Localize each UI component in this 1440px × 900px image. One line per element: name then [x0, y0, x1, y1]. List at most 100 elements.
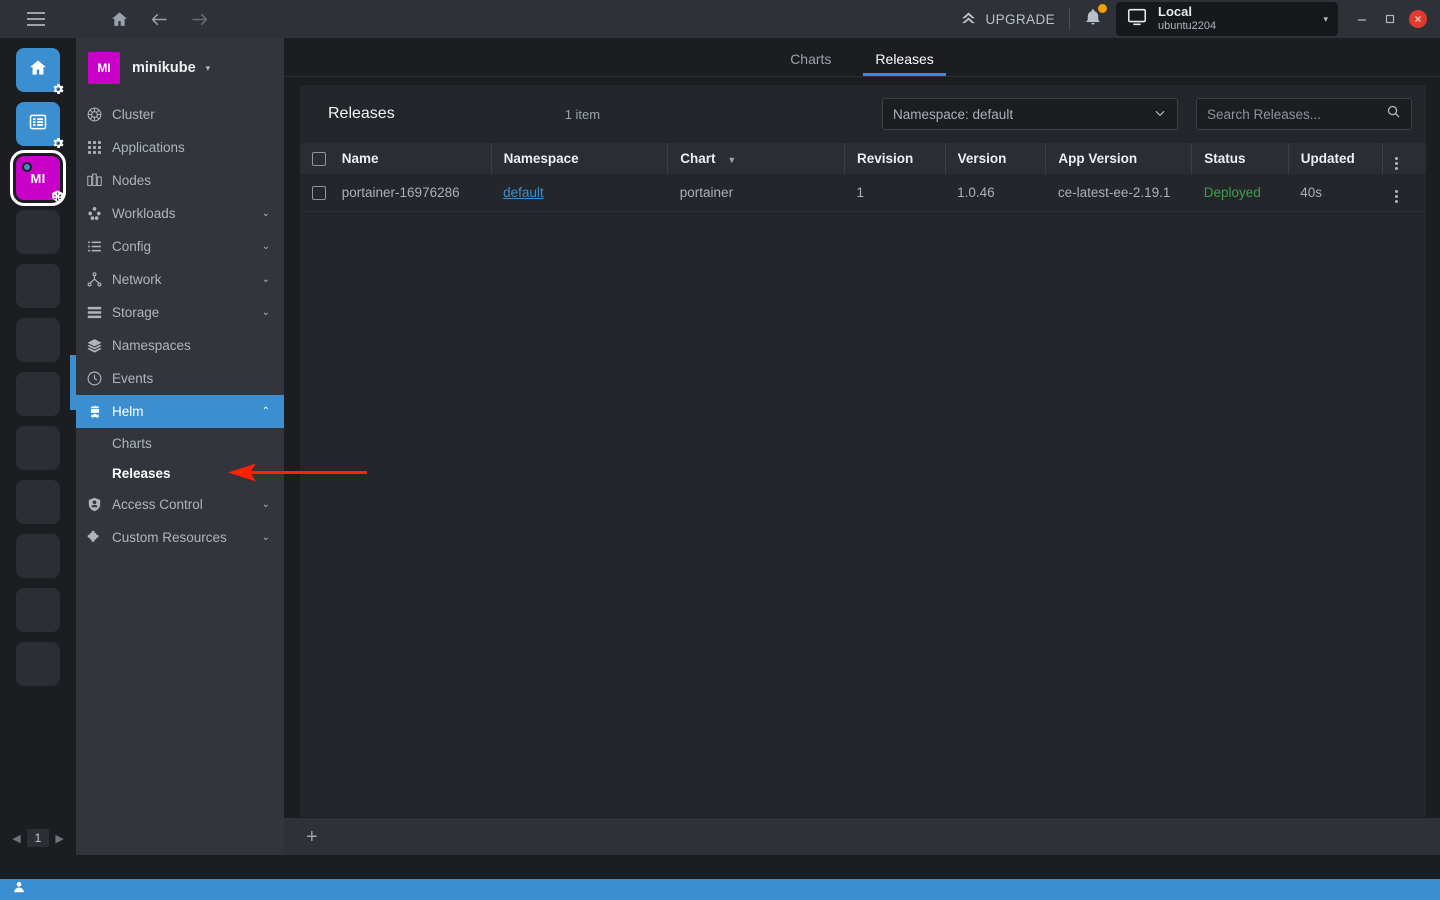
config-list-icon — [86, 238, 112, 255]
environment-rail: MI ◀ 1 ▶ — [0, 38, 76, 855]
rail-item-placeholder[interactable] — [16, 480, 60, 524]
network-icon — [86, 271, 112, 288]
tab-releases[interactable]: Releases — [863, 51, 947, 76]
cluster-avatar: MI — [88, 52, 120, 84]
grid-icon — [86, 139, 112, 156]
column-header-updated[interactable]: Updated — [1287, 143, 1383, 174]
sidebar-item-namespaces[interactable]: Namespaces — [76, 329, 284, 362]
namespace-select[interactable]: Namespace: default — [882, 98, 1178, 130]
sidebar-item-helm-releases[interactable]: Releases — [76, 458, 284, 488]
column-label: Version — [957, 151, 1007, 166]
releases-table: Name Namespace Chart ▼ Revision Version … — [300, 143, 1426, 212]
minimize-button[interactable] — [1348, 6, 1376, 32]
row-checkbox[interactable] — [312, 185, 326, 200]
namespace-link[interactable]: default — [503, 185, 544, 200]
sidebar-item-access-control[interactable]: Access Control ⌄ — [76, 488, 284, 521]
sidebar-item-helm[interactable]: Helm ⌃ — [76, 395, 284, 428]
active-indicator-dot — [22, 162, 32, 172]
home-icon[interactable] — [106, 6, 132, 32]
table-row[interactable]: portainer-16976286 default portainer 1 1… — [300, 174, 1426, 212]
row-actions-icon[interactable] — [1394, 190, 1398, 204]
helm-icon — [86, 403, 112, 421]
arrow-right-icon[interactable] — [186, 6, 212, 32]
close-button[interactable] — [1404, 6, 1432, 32]
table-options-icon[interactable] — [1395, 156, 1399, 170]
search-releases[interactable] — [1196, 98, 1412, 130]
chevron-down-icon: ⌄ — [261, 241, 270, 252]
column-header-revision[interactable]: Revision — [843, 143, 946, 174]
sidebar-item-workloads[interactable]: Workloads ⌄ — [76, 197, 284, 230]
kubernetes-icon — [50, 189, 65, 204]
rail-item-placeholder[interactable] — [16, 264, 60, 308]
storage-icon — [86, 304, 112, 321]
notification-badge — [1098, 3, 1107, 13]
sidebar-item-nodes[interactable]: Nodes — [76, 164, 284, 197]
namespace-select-value: Namespace: default — [893, 106, 1014, 122]
sidebar-item-label: Nodes — [112, 173, 152, 188]
environment-selector[interactable]: Local ubuntu2204 ▾ — [1116, 2, 1338, 36]
nodes-icon — [86, 172, 112, 189]
notifications-button[interactable] — [1070, 3, 1116, 31]
maximize-button[interactable] — [1376, 6, 1404, 32]
cell-name: portainer-16976286 — [300, 174, 492, 212]
sidebar-item-events[interactable]: Events — [76, 362, 284, 395]
sidebar-item-network[interactable]: Network ⌄ — [76, 263, 284, 296]
cell-updated: 40s — [1288, 174, 1383, 212]
sidebar-sub-label: Charts — [112, 435, 152, 451]
hamburger-icon[interactable] — [18, 6, 54, 32]
column-header-version[interactable]: Version — [944, 143, 1046, 174]
cluster-selector[interactable]: MI minikube ▾ — [76, 38, 284, 98]
release-name: portainer-16976286 — [341, 184, 463, 200]
tab-charts[interactable]: Charts — [786, 51, 835, 76]
sidebar-item-label: Namespaces — [112, 338, 191, 353]
chevron-down-icon: ▾ — [205, 62, 211, 73]
column-header-status[interactable]: Status — [1191, 143, 1289, 174]
sidebar-item-label: Config — [112, 239, 152, 254]
rail-item-placeholder[interactable] — [16, 318, 60, 362]
column-header-app-version[interactable]: App Version — [1045, 143, 1192, 174]
cell-revision: 1 — [844, 174, 946, 212]
arrow-left-icon[interactable] — [146, 6, 172, 32]
sidebar-item-label: Network — [112, 272, 162, 287]
sidebar-item-config[interactable]: Config ⌄ — [76, 230, 284, 263]
rail-item-placeholder[interactable] — [16, 210, 60, 254]
search-input[interactable] — [1207, 106, 1386, 122]
environment-subtitle: ubuntu2204 — [1158, 20, 1217, 33]
rail-item-minikube-environment[interactable]: MI — [10, 150, 66, 206]
sidebar-item-label: Events — [112, 371, 154, 386]
status-badge: Deployed — [1203, 184, 1261, 200]
rail-item-placeholder[interactable] — [16, 372, 60, 416]
rail-page-number[interactable]: 1 — [26, 829, 50, 847]
rail-next-page-icon[interactable]: ▶ — [55, 832, 63, 845]
sidebar-item-cluster[interactable]: Cluster — [76, 98, 284, 131]
sidebar-item-helm-charts[interactable]: Charts — [76, 428, 284, 458]
column-label: Revision — [856, 151, 914, 166]
sidebar-item-label: Storage — [112, 305, 160, 320]
sidebar-item-custom-resources[interactable]: Custom Resources ⌄ — [76, 521, 284, 554]
user-icon[interactable] — [12, 880, 26, 899]
select-all-checkbox[interactable] — [312, 152, 326, 167]
item-count: 1 item — [564, 106, 601, 122]
puzzle-icon — [86, 529, 112, 546]
upgrade-button[interactable]: UPGRADE — [960, 9, 1069, 29]
rail-prev-page-icon[interactable]: ◀ — [12, 832, 20, 845]
column-header-chart[interactable]: Chart ▼ — [667, 143, 845, 174]
rail-item-home-environment[interactable] — [16, 48, 64, 94]
rail-item-placeholder[interactable] — [16, 588, 60, 632]
sidebar-item-label: Cluster — [112, 107, 155, 122]
search-icon[interactable] — [1386, 104, 1401, 124]
releases-panel: Releases 1 item Namespace: default Searc… — [300, 85, 1426, 817]
sidebar-item-storage[interactable]: Storage ⌄ — [76, 296, 284, 329]
add-button[interactable]: + — [306, 827, 318, 847]
column-label: Updated — [1300, 151, 1355, 166]
column-header-actions[interactable] — [1382, 143, 1426, 174]
rail-item-placeholder[interactable] — [16, 534, 60, 578]
column-header-namespace[interactable]: Namespace — [490, 143, 668, 174]
sidebar-item-applications[interactable]: Applications — [76, 131, 284, 164]
column-label: Status — [1204, 151, 1246, 166]
chevron-double-up-icon — [960, 9, 977, 29]
column-header-name[interactable]: Name — [300, 143, 492, 174]
rail-item-placeholder[interactable] — [16, 426, 60, 470]
rail-item-list-environment[interactable] — [16, 102, 64, 148]
rail-item-placeholder[interactable] — [16, 642, 60, 686]
